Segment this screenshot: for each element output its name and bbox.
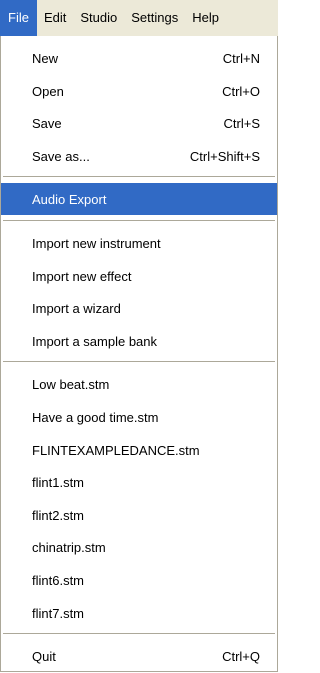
menu-item-flint7-stm[interactable]: flint7.stm	[1, 597, 277, 629]
menu-settings[interactable]: Settings	[124, 0, 185, 36]
menu-item-label: Import new effect	[32, 268, 132, 284]
menu-item-label: New	[32, 50, 59, 66]
menu-studio[interactable]: Studio	[73, 0, 124, 36]
menu-item-save-as[interactable]: Save as... Ctrl+Shift+S	[1, 140, 277, 172]
menu-item-shortcut: Ctrl+N	[222, 50, 260, 66]
menu-item-label: Low beat.stm	[32, 376, 110, 392]
menu-item-label: Save as...	[32, 148, 90, 164]
menu-item-quit[interactable]: Quit Ctrl+Q	[1, 640, 277, 672]
menu-item-flint6-stm[interactable]: flint6.stm	[1, 564, 277, 596]
menu-item-label: Import a sample bank	[32, 333, 158, 349]
menu-item-label: FLINTEXAMPLEDANCE.stm	[32, 442, 200, 458]
menu-item-flintexampledance-stm[interactable]: FLINTEXAMPLEDANCE.stm	[1, 434, 277, 466]
menu-item-low-beat-stm[interactable]: Low beat.stm	[1, 368, 277, 400]
menu-item-label: chinatrip.stm	[32, 539, 106, 555]
menu-edit[interactable]: Edit	[37, 0, 73, 36]
menu-item-save[interactable]: Save Ctrl+S	[1, 107, 277, 139]
menu-item-open[interactable]: Open Ctrl+O	[1, 75, 277, 107]
menu-separator	[3, 633, 275, 634]
file-menu-dropdown: New Ctrl+N Open Ctrl+O Save Ctrl+S Save as... C…	[0, 36, 278, 672]
menu-item-label: Import new instrument	[32, 235, 161, 251]
menu-item-flint2-stm[interactable]: flint2.stm	[1, 499, 277, 531]
menu-item-import-a-sample-bank[interactable]: Import a sample bank	[1, 325, 277, 357]
menu-item-shortcut: Ctrl+O	[222, 83, 260, 99]
menu-separator	[3, 220, 275, 221]
menu-item-label: Audio Export	[32, 191, 107, 207]
menu-item-new[interactable]: New Ctrl+N	[1, 42, 277, 74]
menu-file[interactable]: File	[0, 0, 37, 36]
menu-item-label: Quit	[32, 648, 56, 664]
menu-item-label: Save	[32, 115, 62, 131]
menu-separator	[3, 176, 275, 177]
menu-item-import-new-effect[interactable]: Import new effect	[1, 260, 277, 292]
menu-bar: File Edit Studio Settings Help	[0, 0, 278, 36]
menu-item-chinatrip-stm[interactable]: chinatrip.stm	[1, 531, 277, 563]
menu-separator	[3, 361, 275, 362]
menu-item-label: flint2.stm	[32, 507, 85, 523]
menu-item-label: Import a wizard	[32, 300, 121, 316]
menu-item-flint1-stm[interactable]: flint1.stm	[1, 466, 277, 498]
menu-item-have-a-good-time-stm[interactable]: Have a good time.stm	[1, 401, 277, 433]
menu-item-label: flint1.stm	[32, 474, 85, 490]
menu-item-label: Open	[32, 83, 64, 99]
menu-help[interactable]: Help	[185, 0, 226, 36]
menu-item-label: flint6.stm	[32, 572, 85, 588]
menu-item-label: flint7.stm	[32, 605, 85, 621]
menu-item-shortcut: Ctrl+S	[223, 115, 260, 131]
menu-item-label: Have a good time.stm	[32, 409, 159, 425]
menu-item-shortcut: Ctrl+Q	[222, 648, 260, 664]
menu-item-audio-export[interactable]: Audio Export	[1, 183, 277, 215]
menu-item-shortcut: Ctrl+Shift+S	[189, 148, 260, 164]
menu-item-import-a-wizard[interactable]: Import a wizard	[1, 292, 277, 324]
menu-item-import-new-instrument[interactable]: Import new instrument	[1, 227, 277, 259]
